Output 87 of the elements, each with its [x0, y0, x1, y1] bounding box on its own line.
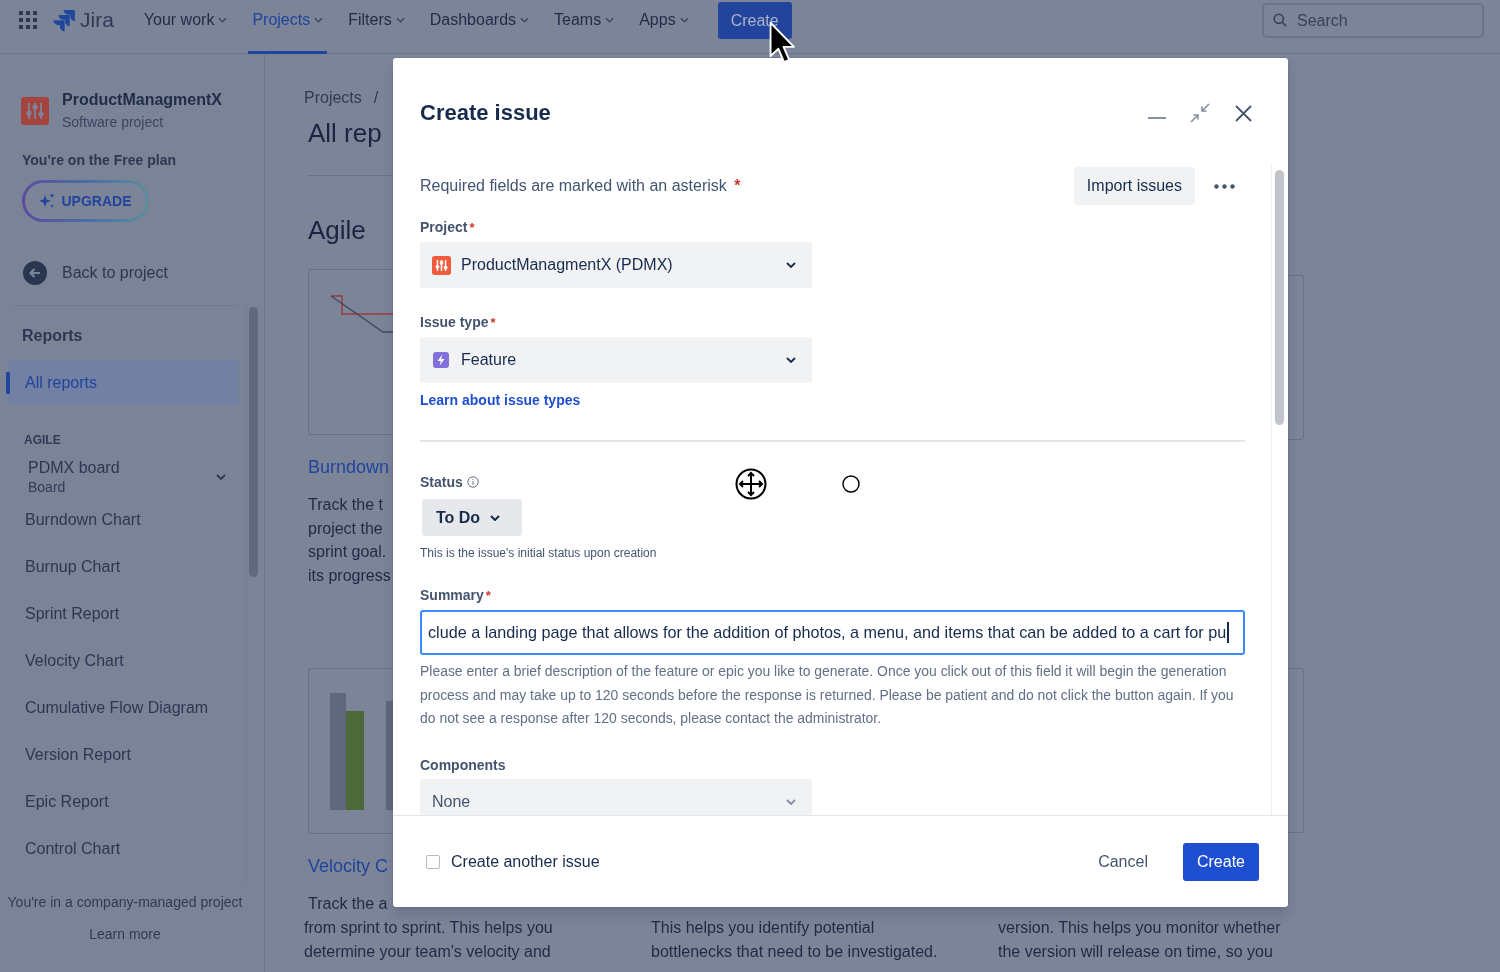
group-label: AGILE: [24, 432, 61, 448]
plan-note: You're on the Free plan: [22, 151, 176, 169]
info-icon[interactable]: [466, 476, 479, 488]
lightning-icon: [433, 352, 449, 368]
report-title-link[interactable]: Velocity C: [308, 853, 389, 878]
report-description: This helps you identify potential bottlenecks that need to be investigated.: [651, 917, 938, 962]
project-type-note: You're in a company-managed project: [7, 893, 243, 911]
project-name: ProductManagmentX: [62, 90, 222, 110]
logo-text[interactable]: Jira: [80, 0, 114, 40]
more-icon[interactable]: [1214, 183, 1235, 189]
project-type: Software project: [62, 113, 164, 132]
issue-type-select[interactable]: Feature: [420, 337, 812, 383]
project-select[interactable]: ProductManagmentX (PDMX): [420, 242, 812, 288]
checkbox[interactable]: [426, 854, 440, 869]
chevron-down-icon: [786, 262, 796, 268]
section-heading: Reports: [22, 326, 83, 346]
chevron-down-icon: [490, 514, 501, 521]
nav-tab[interactable]: Your work: [139, 0, 232, 54]
page-title: All rep: [308, 117, 382, 150]
sparkle-icon: [39, 193, 56, 209]
summary-field[interactable]: clude a landing page that allows for the addition of photos, a menu, and items that can be added to a cart for pu: [420, 610, 1245, 655]
minimize-icon[interactable]: [1148, 116, 1166, 119]
breadcrumb-link[interactable]: Projects: [304, 88, 362, 108]
sidebar-item[interactable]: Velocity Chart: [8, 637, 240, 684]
nav-tab[interactable]: Apps: [635, 0, 693, 54]
field-label: Components: [420, 755, 506, 774]
sidebar-item[interactable]: Epic Report: [8, 778, 240, 825]
chevron-down-icon: [520, 17, 530, 23]
text-cursor-icon: [1227, 622, 1229, 643]
sidebar-item[interactable]: Burnup Chart: [8, 543, 240, 590]
sidebar-item[interactable]: All reports: [8, 360, 240, 405]
cancel-button[interactable]: Cancel: [1086, 842, 1160, 881]
dialog-title: Create issue: [420, 99, 551, 127]
search-field[interactable]: Search: [1262, 3, 1484, 38]
scrollbar-thumb[interactable]: [249, 307, 259, 577]
field-label: Issue type*: [420, 312, 496, 332]
chevron-down-icon: [314, 17, 324, 23]
required-fields-note: Required fields are marked with an asterisk *: [420, 177, 741, 195]
close-icon[interactable]: [1235, 104, 1252, 122]
report-title-link[interactable]: Burndown: [308, 455, 390, 479]
learn-more-link[interactable]: Learn more: [89, 925, 161, 943]
section-heading: Agile: [308, 214, 366, 247]
board-selector[interactable]: PDMX board Board: [8, 458, 240, 496]
report-card[interactable]: [308, 667, 393, 834]
sidebar-item[interactable]: Version Report: [8, 731, 240, 778]
scrollbar-thumb[interactable]: [1275, 170, 1284, 425]
search-icon: [1273, 13, 1287, 27]
nav-tab[interactable]: Dashboards: [425, 0, 534, 54]
breadcrumb-separator: /: [373, 88, 379, 108]
sidebar-item[interactable]: Burndown Chart: [8, 496, 240, 543]
sidebar-item[interactable]: Sprint Report: [8, 590, 240, 637]
components-select[interactable]: None: [420, 778, 812, 815]
report-description: version. This helps you monitor whether the version will release on time, so you: [998, 917, 1281, 962]
logo-icon[interactable]: [53, 9, 75, 32]
learn-issue-types-link[interactable]: Learn about issue types: [420, 391, 581, 409]
chevron-down-icon: [605, 17, 615, 23]
field-label: Summary*: [420, 585, 491, 605]
chevron-down-icon: [395, 17, 405, 23]
sliders-icon: [21, 97, 49, 125]
move-cursor-icon: [735, 468, 767, 500]
nav-tab[interactable]: Teams: [550, 0, 619, 54]
create-button[interactable]: Create: [717, 2, 792, 39]
sidebar-item[interactable]: Cumulative Flow Diagram: [8, 684, 240, 731]
chevron-down-icon: [679, 17, 689, 23]
back-link[interactable]: Back to project: [23, 257, 168, 289]
line-chart-drawing: [330, 295, 393, 333]
chevron-down-icon: [786, 798, 796, 805]
report-description: Track the t project the sprint goal. its progress: [308, 495, 391, 587]
circle-cursor-icon: [842, 475, 860, 493]
field-label: Project*: [420, 217, 475, 237]
field-help-text: Please enter a brief description of the feature or epic you like to generate. Once you click out of this field it will begin the generation process and may take up to 120 seconds before the response is returned. Please be patient and do not click the button again. If you do not see a response after 120 seconds, please contact the administrator.: [420, 662, 1235, 728]
collapse-icon[interactable]: [1190, 103, 1210, 123]
app-grid-icon[interactable]: [19, 11, 37, 29]
field-hint: This is the issue's initial status upon creation: [420, 545, 657, 561]
sliders-icon: [432, 255, 451, 275]
status-button[interactable]: To Do: [422, 499, 522, 536]
field-label: Status: [420, 473, 463, 491]
chevron-down-icon: [786, 357, 796, 363]
import-issues-button[interactable]: Import issues: [1073, 167, 1195, 205]
nav-tab[interactable]: Filters: [344, 0, 409, 54]
chevron-down-icon: [216, 474, 227, 480]
chevron-down-icon: [218, 17, 228, 23]
report-description: Track the a: [308, 893, 388, 914]
checkbox-label[interactable]: Create another issue: [451, 852, 600, 871]
sidebar-item[interactable]: Control Chart: [8, 825, 240, 872]
create-button[interactable]: Create: [1182, 842, 1259, 881]
report-description: from sprint to sprint. This helps you determine your team's velocity and: [304, 917, 553, 962]
